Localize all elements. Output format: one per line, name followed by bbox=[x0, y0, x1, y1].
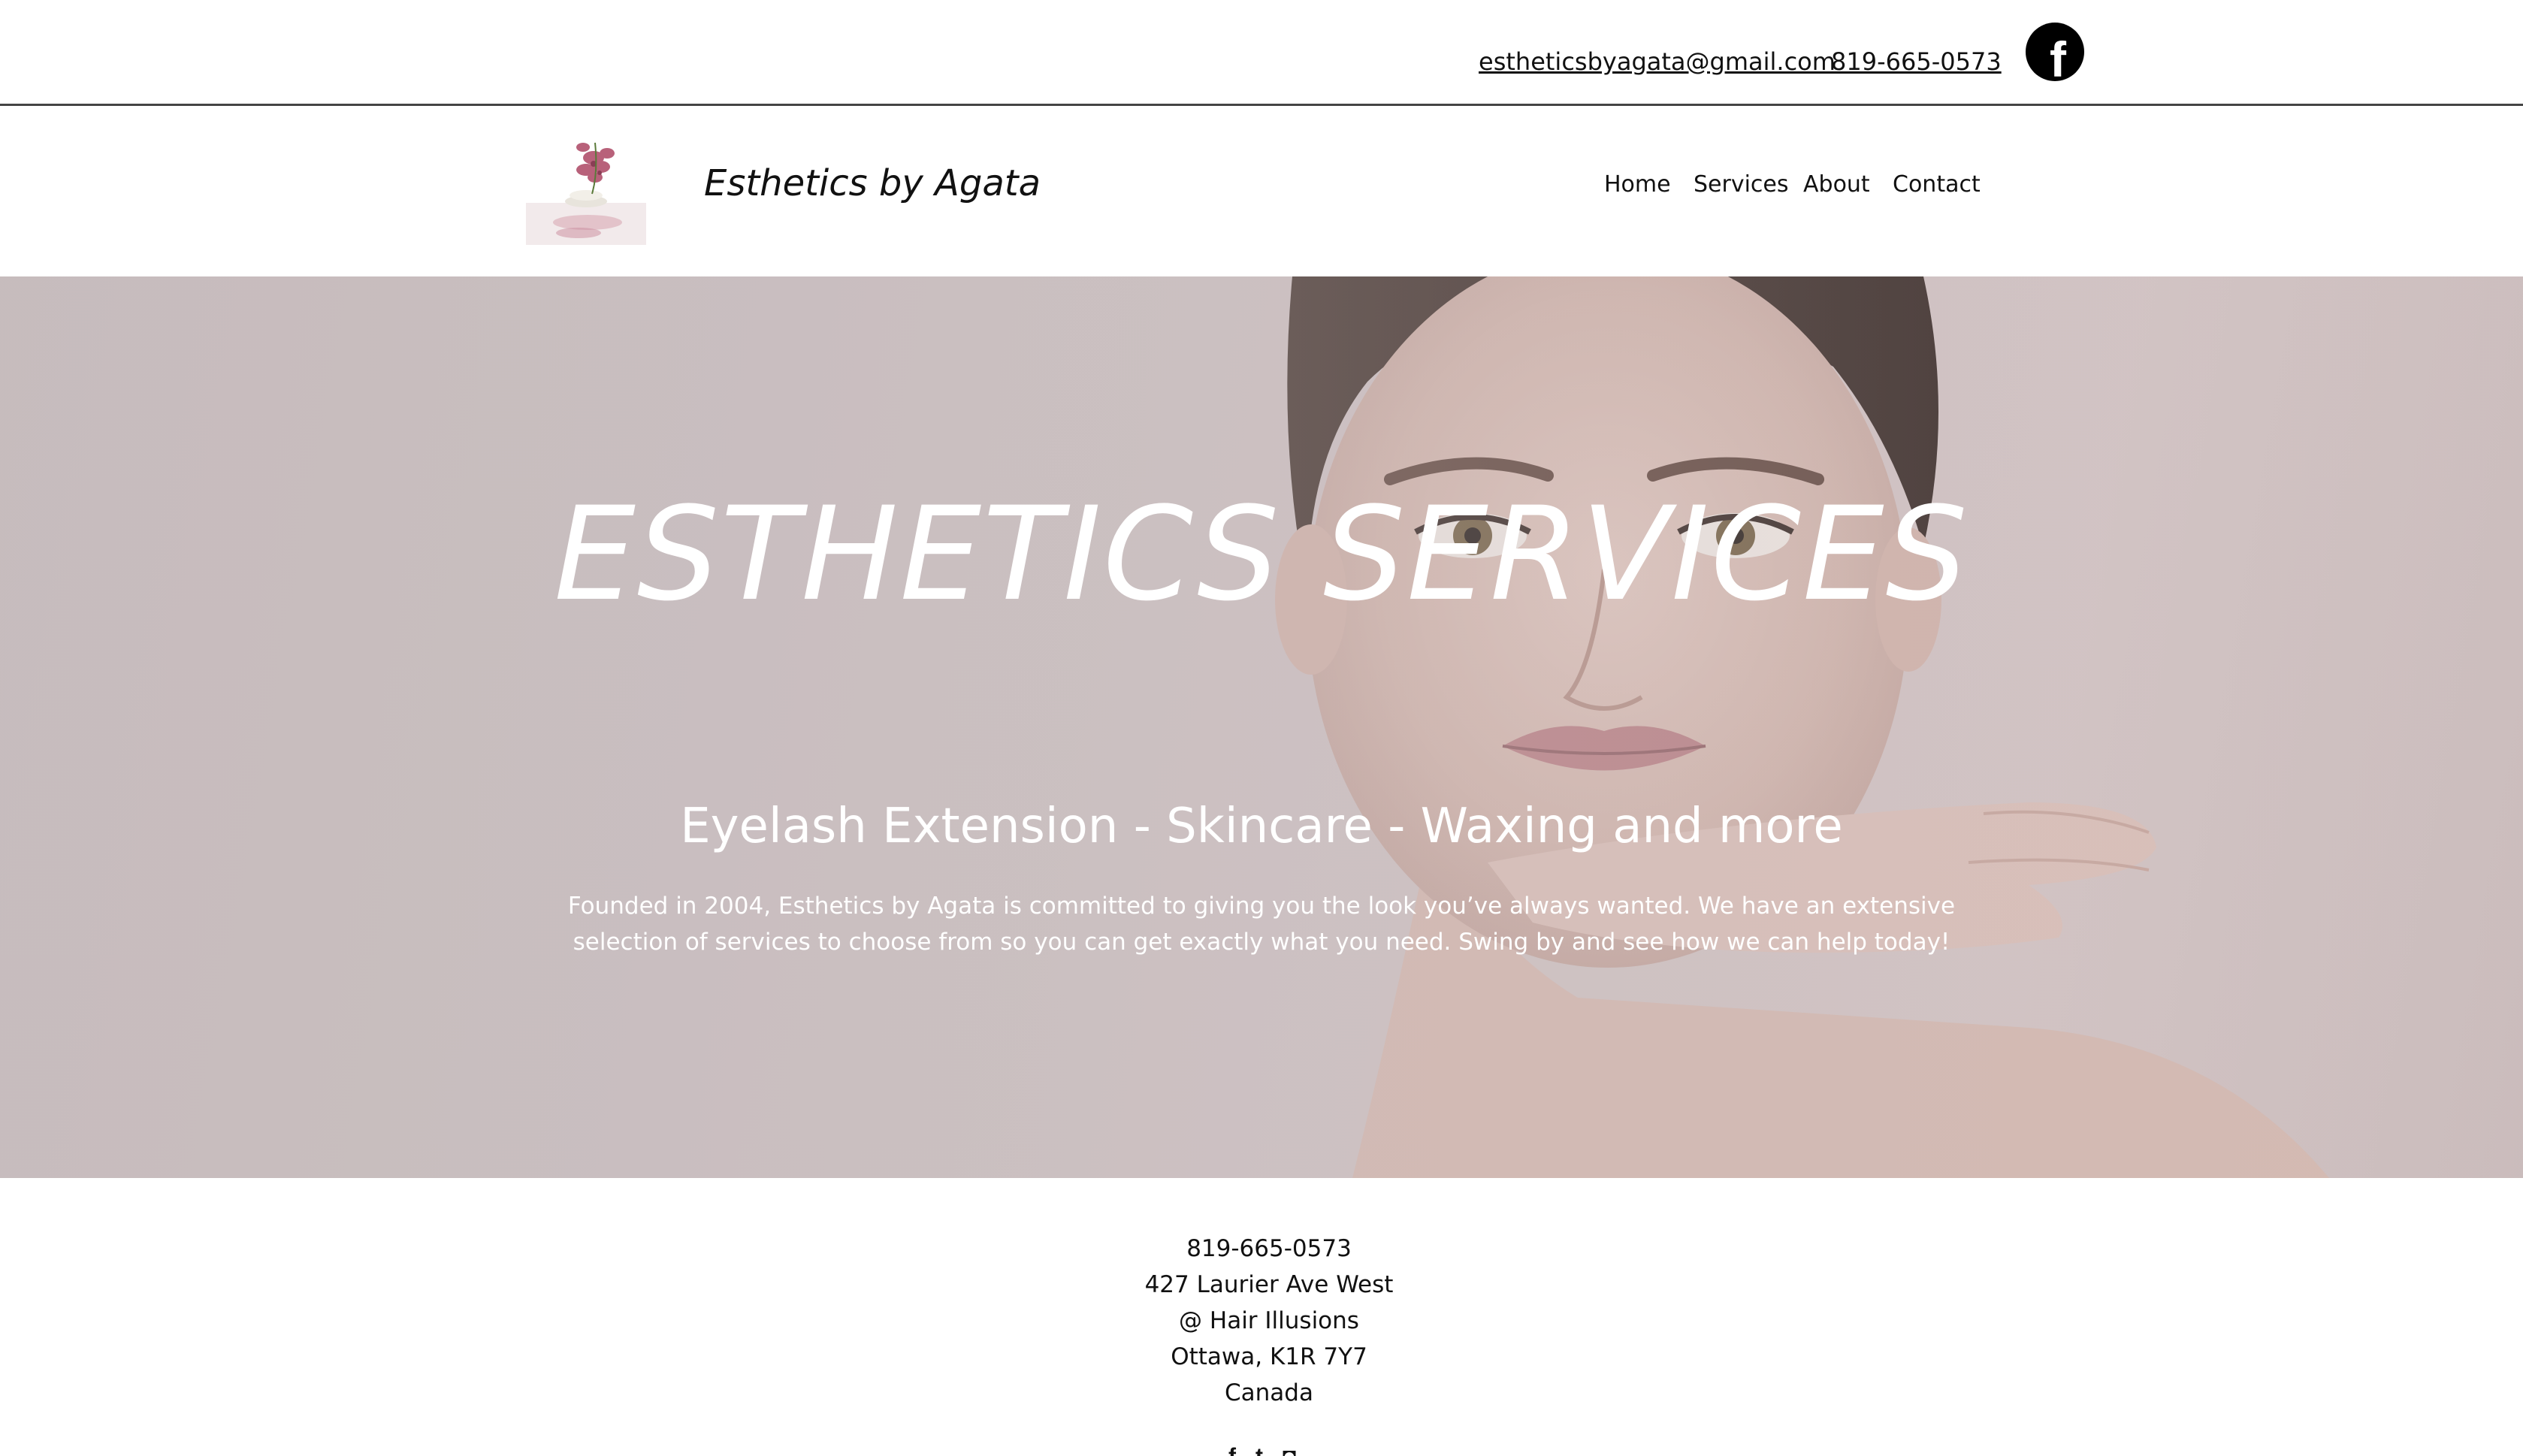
footer-social-icons: f t ◘ bbox=[1202, 1445, 1322, 1456]
site-header: Esthetics by Agata Home Services About C… bbox=[0, 108, 2523, 276]
footer-phone: 819-665-0573 bbox=[1186, 1235, 1352, 1262]
footer-address-line: @ Hair Illusions bbox=[1179, 1307, 1359, 1334]
instagram-icon[interactable]: ◘ bbox=[1283, 1445, 1296, 1456]
nav-home[interactable]: Home bbox=[1604, 170, 1671, 200]
phone-link[interactable]: 819-665-0573 bbox=[1831, 47, 2002, 77]
footer-address-line: Canada bbox=[1225, 1379, 1313, 1406]
footer-contact-info: 819-665-0573 427 Laurier Ave West @ Hair… bbox=[1074, 1231, 1464, 1411]
footer-address-line: 427 Laurier Ave West bbox=[1144, 1271, 1394, 1298]
nav-services[interactable]: Services bbox=[1694, 170, 1789, 200]
hero-title: ESTHETICS SERVICES bbox=[554, 479, 1969, 630]
brand-name[interactable]: Esthetics by Agata bbox=[704, 161, 1041, 206]
nav-contact[interactable]: Contact bbox=[1893, 170, 1981, 200]
footer-address-line: Ottawa, K1R 7Y7 bbox=[1171, 1343, 1367, 1370]
facebook-icon[interactable]: f bbox=[2026, 23, 2084, 81]
top-contact-bar: estheticsbyagata@gmail.com 819-665-0573 … bbox=[0, 0, 2523, 106]
twitter-icon[interactable]: t bbox=[1255, 1445, 1263, 1456]
nav-about[interactable]: About bbox=[1803, 170, 1870, 200]
hero-subtitle: Eyelash Extension - Skincare - Waxing an… bbox=[680, 799, 1843, 854]
facebook-icon[interactable]: f bbox=[1228, 1445, 1236, 1456]
site-footer: 819-665-0573 427 Laurier Ave West @ Hair… bbox=[0, 1178, 2523, 1456]
hero-banner: ESTHETICS SERVICES Eyelash Extension - S… bbox=[0, 276, 2523, 1178]
email-link[interactable]: estheticsbyagata@gmail.com bbox=[1479, 47, 1836, 77]
hero-portrait-image bbox=[0, 276, 2523, 1178]
orchid-logo-icon[interactable] bbox=[526, 128, 646, 245]
hero-description: Founded in 2004, Esthetics by Agata is c… bbox=[567, 893, 1956, 956]
